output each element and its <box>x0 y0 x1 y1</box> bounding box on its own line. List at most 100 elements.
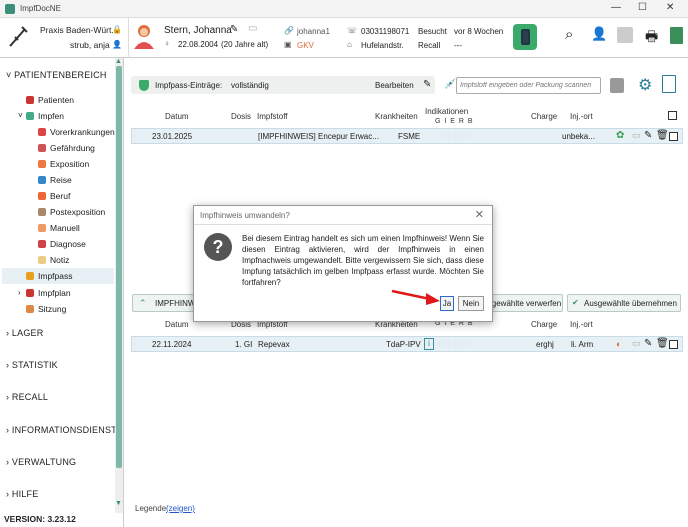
insurance: GKV <box>297 41 314 50</box>
row-disease: TdaP-IPV <box>386 340 421 349</box>
vaccine-hint-icon[interactable]: ✿ <box>616 130 624 141</box>
pdf-export-icon[interactable] <box>670 27 683 44</box>
entries-label: Impfpass-Einträge: <box>155 81 223 90</box>
legend-show-link[interactable]: (zeigen) <box>166 504 195 513</box>
info-icon[interactable]: i <box>424 338 434 350</box>
col-date: Datum <box>165 320 189 329</box>
clipboard-icon <box>38 240 46 248</box>
sidebar-item-gefaehrdung[interactable]: Gefährdung <box>38 143 95 153</box>
flame-icon <box>38 160 46 168</box>
impfhinweis-collapse-button[interactable]: ⌃ IMPFHINW <box>132 294 202 312</box>
edit-row-icon[interactable]: ✎ <box>644 338 652 349</box>
convert-hint-dialog: Impfhinweis umwandeln? ✕ ? Bei diesem Ei… <box>193 205 493 322</box>
sidebar-scroll-thumb[interactable] <box>116 66 122 468</box>
edit-patient-icon[interactable]: ✎ <box>230 24 238 35</box>
passport-icon <box>26 272 34 280</box>
chevron-up-icon: ⌃ <box>139 298 147 308</box>
hand-icon <box>38 224 46 232</box>
note-icon[interactable]: ▭ <box>632 130 641 141</box>
close-window-icon[interactable]: ✕ <box>666 2 674 13</box>
maximize-icon[interactable]: ☐ <box>638 2 647 13</box>
xml-export-icon[interactable] <box>662 75 676 93</box>
section-lager[interactable]: › LAGER <box>6 328 43 338</box>
gender-female-icon: ♀ <box>164 39 170 48</box>
notes-icon[interactable]: ▭ <box>248 23 257 34</box>
visited-label: Besucht <box>418 27 447 36</box>
sidebar-item-manuell[interactable]: Manuell <box>38 223 80 233</box>
sidebar-item-notiz[interactable]: Notiz <box>38 255 69 265</box>
section-hilfe[interactable]: › HILFE <box>6 489 38 499</box>
row-date: 23.01.2025 <box>152 132 193 141</box>
col-indications: Indikationen <box>425 107 469 116</box>
entries-value: vollständig <box>231 81 269 90</box>
section-verwaltung[interactable]: › VERWALTUNG <box>6 457 76 467</box>
dialog-message: Bei diesem Eintrag handelt es sich um ei… <box>242 234 484 287</box>
chevron-down-icon[interactable]: ˅ <box>18 111 23 120</box>
username: johanna1 <box>297 27 330 36</box>
note-icon <box>38 256 46 264</box>
trash-icon[interactable]: 🗑 <box>656 338 669 349</box>
trash-icon[interactable]: 🗑 <box>656 130 669 141</box>
scroll-up-icon[interactable]: ▲ <box>115 58 122 65</box>
calendar-icon <box>26 289 34 297</box>
section-patient[interactable]: ˅ PATIENTENBEREICH <box>6 70 107 80</box>
user-icon[interactable]: 👤 <box>112 40 122 49</box>
patients-icon <box>26 96 34 104</box>
sidebar-item-impfplan[interactable]: Impfplan <box>26 288 71 298</box>
red-arrow-annotation <box>391 289 440 305</box>
no-button[interactable]: Nein <box>458 296 484 311</box>
section-recall[interactable]: › RECALL <box>6 392 48 402</box>
table-row[interactable]: 23.01.2025 [IMPFHINWEIS] Encepur Erwac..… <box>131 128 683 144</box>
vaccine-search-input[interactable] <box>456 77 601 94</box>
sidebar-item-impfen[interactable]: Impfen <box>26 111 64 121</box>
briefcase-icon <box>38 192 46 200</box>
table-row[interactable]: 22.11.2024 1. GI Repevax TdaP-IPV i ◌◌◌◌… <box>131 336 683 352</box>
sidebar-item-exposition[interactable]: Exposition <box>38 159 89 169</box>
row-checkbox[interactable] <box>669 132 678 141</box>
sidebar-item-patients[interactable]: Patienten <box>26 95 74 105</box>
row-checkbox[interactable] <box>669 340 678 349</box>
sidebar-item-sitzung[interactable]: Sitzung <box>26 304 66 314</box>
app-icon <box>5 4 15 14</box>
syringe-icon: 💉 <box>444 79 457 90</box>
patient-name: Stern, Johanna <box>164 25 232 36</box>
select-all-checkbox[interactable] <box>668 111 677 120</box>
search-icon[interactable]: ⌕ <box>565 26 573 43</box>
col-date: Datum <box>165 112 189 121</box>
printer-icon[interactable]: 🖶 <box>645 26 658 50</box>
sidebar-item-beruf[interactable]: Beruf <box>38 191 70 201</box>
link-icon: 🔗 <box>284 26 294 35</box>
section-statistik[interactable]: › STATISTIK <box>6 360 58 370</box>
patient-header: Praxis Baden-Würt... 🔒 strub, anja 👤 Ste… <box>0 18 688 58</box>
add-patient-icon[interactable]: 👤 <box>591 26 607 42</box>
gear-icon[interactable]: ⚙ <box>638 75 652 95</box>
chevron-down-icon: ˅ <box>6 70 15 80</box>
scan-icon[interactable] <box>610 78 624 93</box>
note-icon[interactable]: ▭ <box>632 338 641 349</box>
sidebar-item-reise[interactable]: Reise <box>38 175 72 185</box>
scroll-down-icon[interactable]: ▼ <box>115 500 122 507</box>
practice-lock-icon: 🔒 <box>112 25 122 34</box>
chevron-right-icon[interactable]: › <box>18 288 21 297</box>
syringe-logo-icon <box>9 26 28 47</box>
accept-selected-button[interactable]: ✔ Ausgewählte übernehmen <box>567 294 681 312</box>
dialog-close-icon[interactable]: ✕ <box>475 208 484 221</box>
impfpass-status-bar: Impfpass-Einträge: vollständig Bearbeite… <box>131 76 435 94</box>
sidebar-item-postexposition[interactable]: Postexposition <box>38 207 105 217</box>
edit-button[interactable]: Bearbeiten <box>375 81 414 90</box>
section-informationsdienst[interactable]: › INFORMATIONSDIENST <box>6 425 117 435</box>
sidebar-item-impfpass[interactable]: Impfpass <box>2 268 114 284</box>
yes-button[interactable]: Ja <box>440 296 454 311</box>
copy-icon[interactable] <box>617 27 633 43</box>
minimize-icon[interactable]: — <box>611 2 621 13</box>
edit-row-icon[interactable]: ✎ <box>644 130 652 141</box>
window-titlebar: ImpfDocNE — ☐ ✕ <box>0 0 688 18</box>
injection-site-icon[interactable]: ◐ <box>616 339 621 349</box>
pencil-icon[interactable]: ✎ <box>423 79 431 90</box>
sidebar-item-vorerkrankungen[interactable]: Vorerkrankungen <box>38 127 115 137</box>
dialog-title: Impfhinweis umwandeln? <box>200 211 290 220</box>
col-dose: Dosis <box>231 112 252 121</box>
sidebar-item-diagnose[interactable]: Diagnose <box>38 239 86 249</box>
mobile-device-button[interactable] <box>513 24 537 50</box>
question-icon: ? <box>204 233 232 261</box>
